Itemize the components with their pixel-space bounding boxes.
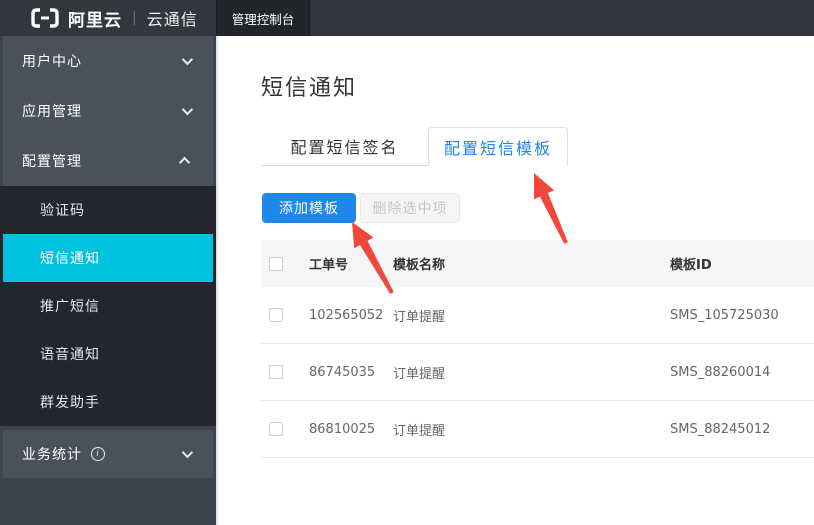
sidebar-item-config-management[interactable]: 配置管理 [3, 136, 213, 186]
product-name: 云通信 [147, 6, 198, 30]
row-checkbox[interactable] [269, 365, 283, 379]
sidebar-item-voice-notification[interactable]: 语音通知 [0, 330, 216, 378]
sidebar-item-mass-assistant[interactable]: 群发助手 [0, 378, 216, 426]
cell-template-id: SMS_105725030 [670, 308, 814, 323]
row-checkbox[interactable] [269, 308, 283, 322]
sidebar-item-label: 推广短信 [40, 296, 100, 316]
cell-order-no: 86745035 [309, 365, 393, 380]
sidebar-item-label: 短信通知 [40, 248, 100, 268]
select-all-checkbox[interactable] [269, 257, 283, 271]
table-header-row: 工单号 模板名称 模板ID [261, 240, 814, 287]
brand-divider: | [132, 10, 137, 26]
top-bar: 阿里云 | 云通信 管理控制台 [0, 0, 814, 36]
table-row: 102565052 订单提醒 SMS_105725030 [261, 287, 814, 344]
sidebar-item-app-management[interactable]: 应用管理 [3, 86, 213, 136]
sidebar-item-label: 验证码 [40, 200, 85, 220]
column-header-order-no: 工单号 [309, 254, 393, 273]
sidebar-submenu: 验证码 短信通知 推广短信 语音通知 群发助手 [0, 186, 216, 426]
column-header-template-name: 模板名称 [393, 254, 670, 273]
sidebar-item-sms-notification[interactable]: 短信通知 [3, 234, 213, 282]
cell-order-no: 102565052 [309, 308, 393, 323]
cell-order-no: 86810025 [309, 422, 393, 437]
sidebar-item-label: 业务统计 [22, 444, 82, 464]
tab-configure-sms-signature[interactable]: 配置短信签名 [261, 127, 428, 166]
tab-configure-sms-template[interactable]: 配置短信模板 [428, 127, 568, 166]
sidebar-item-user-center[interactable]: 用户中心 [3, 36, 213, 86]
template-table: 工单号 模板名称 模板ID 102565052 订单提醒 SMS_1057250… [261, 240, 814, 458]
page-title: 短信通知 [261, 70, 357, 102]
sidebar-item-verification-code[interactable]: 验证码 [0, 186, 216, 234]
cell-template-name: 订单提醒 [393, 420, 670, 439]
sidebar-item-business-stats[interactable]: 业务统计 [3, 430, 213, 478]
sidebar-item-label: 群发助手 [40, 392, 100, 412]
sidebar-item-label: 用户中心 [22, 51, 82, 71]
brand-area: 阿里云 | 云通信 [0, 0, 216, 36]
tab-bar: 配置短信签名 配置短信模板 [261, 127, 568, 166]
chevron-down-icon [182, 104, 193, 115]
cell-template-name: 订单提醒 [393, 306, 670, 325]
sidebar-nav: 用户中心 应用管理 配置管理 验证码 短信通知 推广短信 语音 [0, 36, 216, 525]
console-tab[interactable]: 管理控制台 [216, 0, 310, 36]
brand-name: 阿里云 [68, 6, 122, 31]
sidebar-item-label: 应用管理 [22, 101, 82, 121]
app-window: 阿里云 | 云通信 管理控制台 用户中心 应用管理 配置管理 验证码 [0, 0, 814, 525]
sidebar-menu-group: 用户中心 应用管理 配置管理 [3, 36, 213, 186]
chevron-up-icon [179, 157, 190, 168]
table-row: 86810025 订单提醒 SMS_88245012 [261, 401, 814, 458]
chevron-down-icon [182, 54, 193, 65]
table-row: 86745035 订单提醒 SMS_88260014 [261, 344, 814, 401]
add-template-button[interactable]: 添加模板 [262, 193, 356, 223]
main-content: 短信通知 配置短信签名 配置短信模板 添加模板 删除选中项 工单号 模板名称 模… [216, 36, 814, 525]
aliyun-logo-icon [30, 7, 60, 29]
delete-selected-button[interactable]: 删除选中项 [360, 193, 460, 223]
sidebar-item-label: 语音通知 [40, 344, 100, 364]
cell-template-name: 订单提醒 [393, 363, 670, 382]
chevron-down-icon [182, 447, 193, 458]
row-checkbox[interactable] [269, 422, 283, 436]
toolbar: 添加模板 删除选中项 [262, 193, 460, 223]
column-header-template-id: 模板ID [670, 254, 814, 273]
info-icon [91, 447, 105, 461]
sidebar-item-promo-sms[interactable]: 推广短信 [0, 282, 216, 330]
cell-template-id: SMS_88245012 [670, 422, 814, 437]
sidebar-item-label: 配置管理 [22, 151, 82, 171]
cell-template-id: SMS_88260014 [670, 365, 814, 380]
